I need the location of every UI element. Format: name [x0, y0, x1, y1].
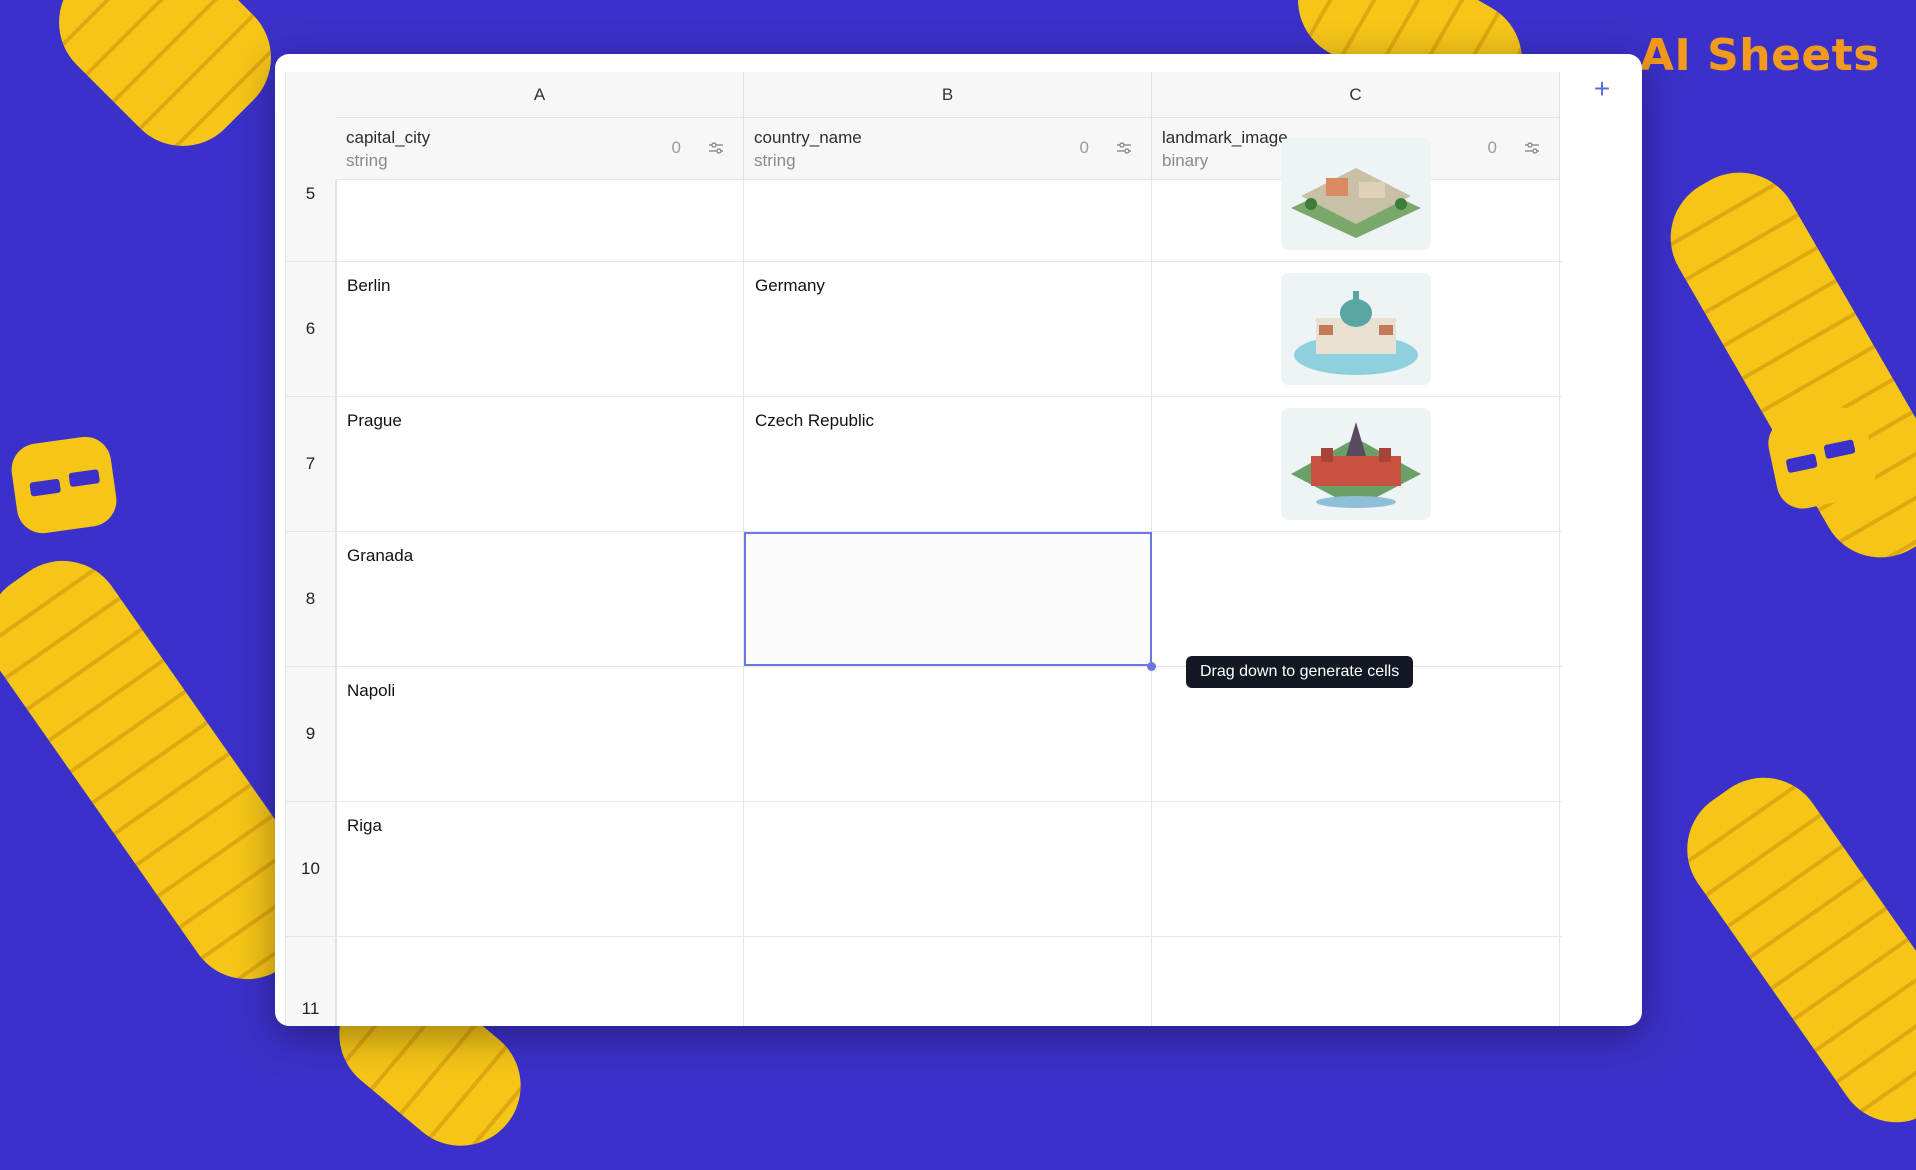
row-number: 8: [286, 532, 336, 666]
table-row: 11: [286, 937, 1562, 1026]
row-number: 10: [286, 802, 336, 936]
table-row: 7 Prague Czech Republic: [286, 397, 1562, 532]
landmark-image-thumbnail: [1280, 273, 1431, 385]
cell-count-label: 0: [1079, 138, 1089, 157]
sheet-window: A B C capital_city string 0 country_name…: [275, 54, 1642, 1026]
landmark-image-thumbnail: [1280, 408, 1431, 520]
column-header-a[interactable]: A: [336, 72, 744, 118]
table-cell[interactable]: [744, 937, 1152, 1026]
decorative-rope: [1648, 150, 1916, 580]
table-cell[interactable]: Czech Republic: [744, 397, 1152, 531]
table-cell[interactable]: [744, 667, 1152, 801]
row-number: 9: [286, 667, 336, 801]
image-cell[interactable]: [1152, 138, 1560, 261]
brand-logo-text: AI Sheets: [1639, 30, 1880, 81]
fill-drag-handle[interactable]: [1147, 662, 1156, 671]
table-cell[interactable]: Granada: [336, 532, 744, 666]
drag-tooltip: Drag down to generate cells: [1186, 656, 1414, 688]
row-number: 7: [286, 397, 336, 531]
image-cell[interactable]: [1152, 262, 1560, 396]
table-cell[interactable]: [744, 180, 1152, 261]
settings-sliders-icon[interactable]: [1523, 139, 1541, 157]
image-cell[interactable]: [1152, 937, 1560, 1026]
table-row: 6 Berlin Germany: [286, 262, 1562, 397]
selected-cell[interactable]: [744, 532, 1152, 666]
table-cell[interactable]: [336, 937, 744, 1026]
field-header-capital-city[interactable]: capital_city string 0: [336, 118, 744, 180]
table-row: 8 Granada: [286, 532, 1562, 667]
decorative-rope: [1663, 754, 1916, 1146]
table-cell[interactable]: Napoli: [336, 667, 744, 801]
image-cell[interactable]: [1152, 532, 1560, 666]
table-row: 10 Riga: [286, 802, 1562, 937]
settings-sliders-icon[interactable]: [1115, 139, 1133, 157]
spreadsheet-grid: A B C capital_city string 0 country_name…: [285, 72, 1562, 1026]
column-header-b[interactable]: B: [744, 72, 1152, 118]
landmark-image-thumbnail: [1280, 138, 1431, 250]
row-number: 5: [286, 180, 336, 261]
image-cell[interactable]: [1152, 397, 1560, 531]
table-cell[interactable]: Berlin: [336, 262, 744, 396]
table-cell[interactable]: Prague: [336, 397, 744, 531]
column-header-c[interactable]: C: [1152, 72, 1560, 118]
field-header-country-name[interactable]: country_name string 0: [744, 118, 1152, 180]
table-row: 5: [286, 138, 1562, 262]
table-cell[interactable]: Riga: [336, 802, 744, 936]
cell-count-label: 0: [1487, 138, 1497, 157]
row-number: 11: [286, 937, 336, 1026]
add-column-button[interactable]: +: [1587, 74, 1617, 104]
table-cell[interactable]: [744, 802, 1152, 936]
table-cell[interactable]: [336, 180, 744, 261]
table-cell[interactable]: Germany: [744, 262, 1152, 396]
decorative-rope: [34, 0, 296, 171]
cell-count-label: 0: [671, 138, 681, 157]
row-number: 6: [286, 262, 336, 396]
decorative-mascot: [8, 433, 120, 537]
settings-sliders-icon[interactable]: [707, 139, 725, 157]
image-cell[interactable]: [1152, 802, 1560, 936]
